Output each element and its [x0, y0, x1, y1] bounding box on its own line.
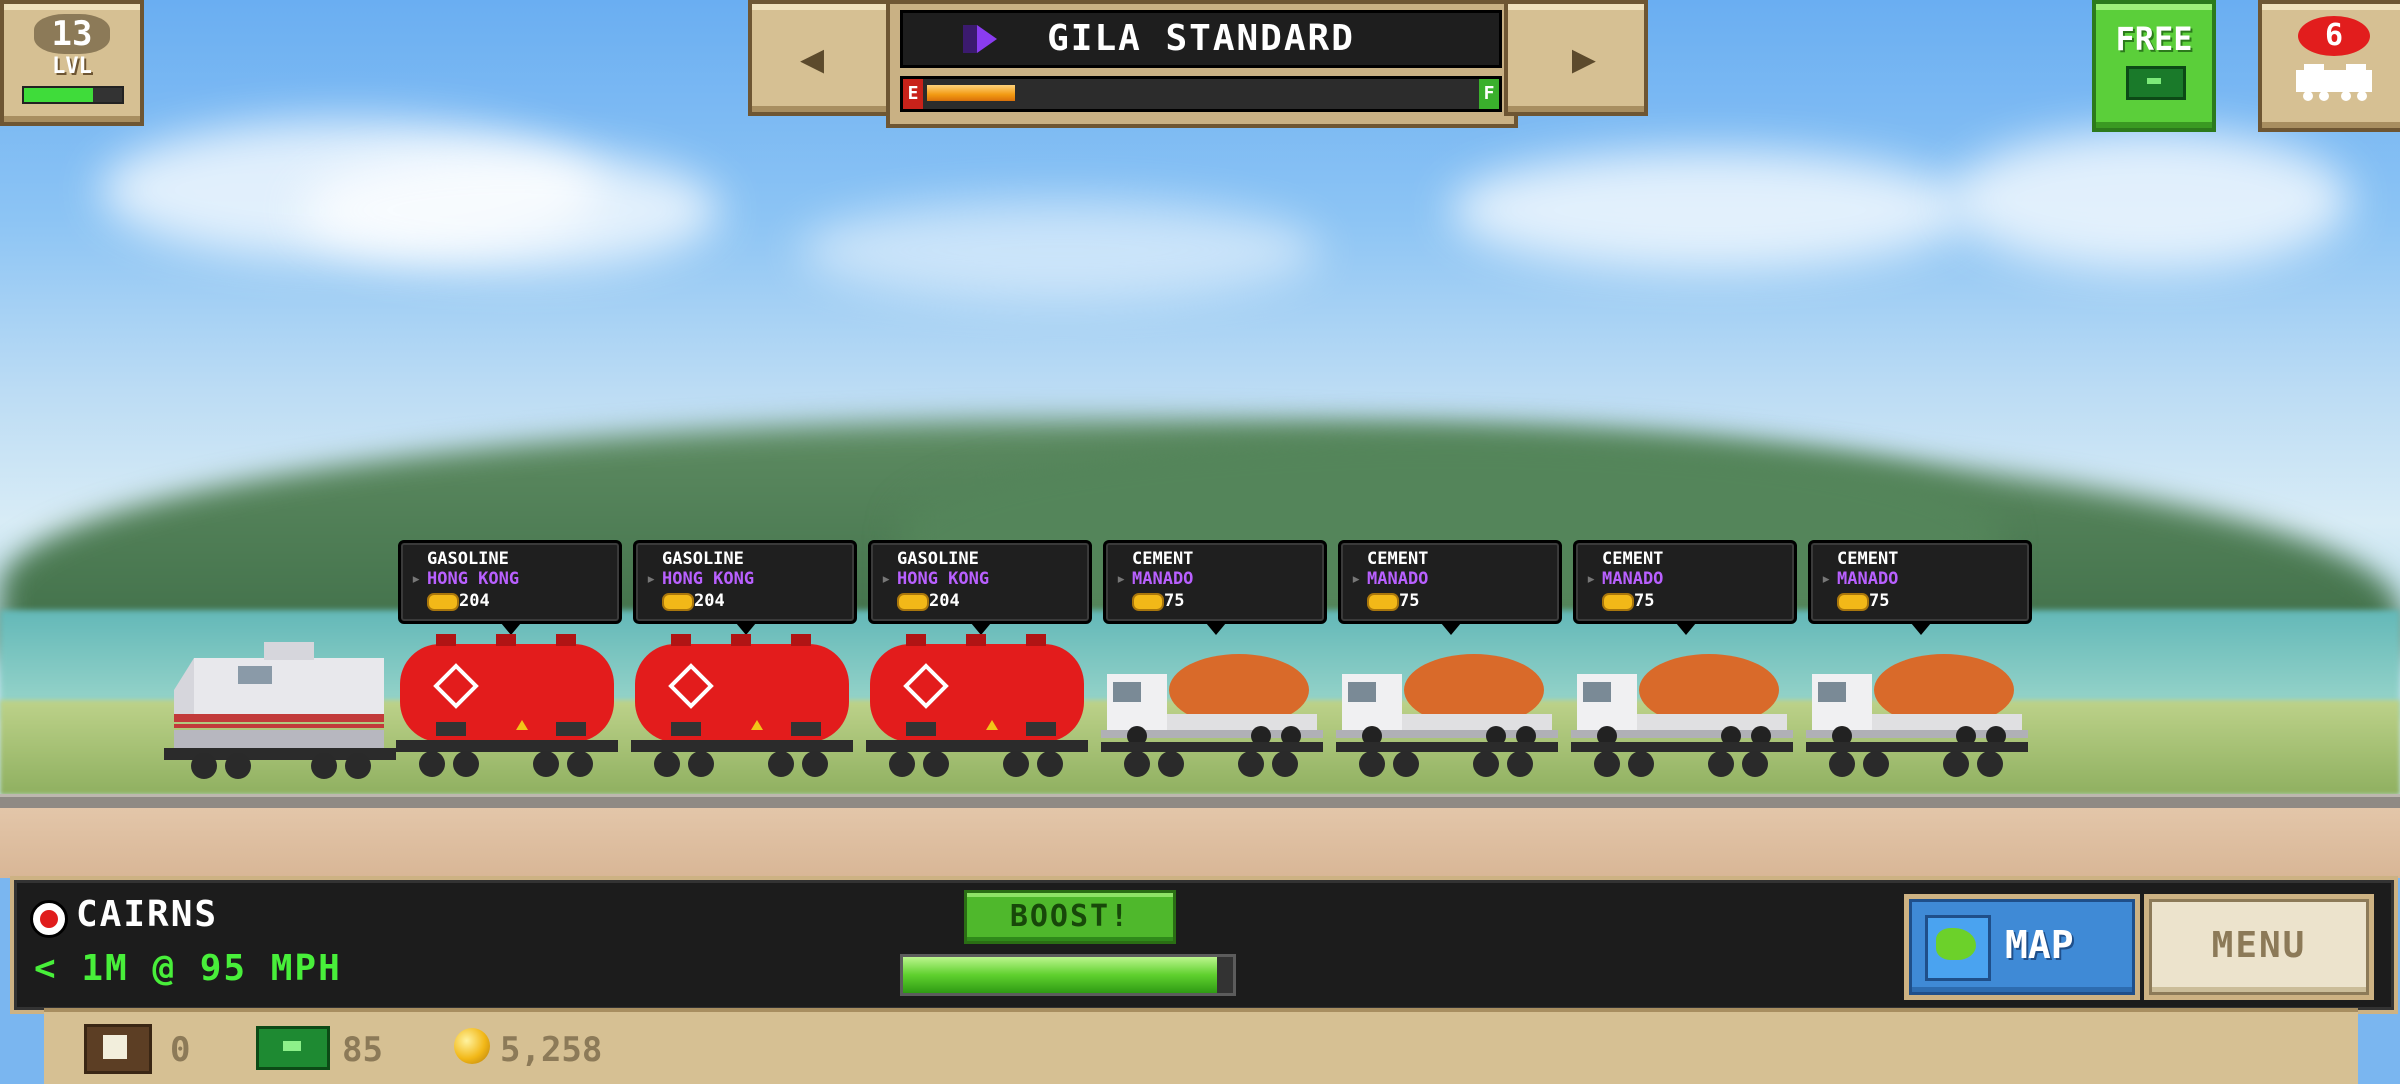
cargo-label[interactable]: CEMENTMANADO75 — [1338, 540, 1562, 635]
cargo-name: GASOLINE — [662, 549, 744, 569]
trains-count-badge: 6 — [2298, 16, 2370, 56]
cargo-label[interactable]: GASOLINEHONG KONG204 — [868, 540, 1092, 635]
level-badge[interactable]: 13 LVL — [0, 0, 144, 126]
free-cash-button[interactable]: FREE — [2092, 0, 2216, 132]
fuel-full-label: F — [1479, 79, 1499, 109]
map-button[interactable]: MAP — [1904, 894, 2140, 1000]
train-info-panel: GILA STANDARD E F — [886, 0, 1518, 128]
arrow-right-icon: ▶ — [1571, 36, 1596, 82]
gila-brand-icon — [963, 25, 997, 53]
cloud — [300, 150, 720, 270]
cargo-payout: 204 — [459, 591, 490, 611]
coin-icon — [454, 1028, 490, 1064]
cargo-name: GASOLINE — [427, 549, 509, 569]
fuel-empty-label: E — [903, 79, 923, 109]
ground — [0, 808, 2400, 878]
cargo-label[interactable]: GASOLINEHONG KONG204 — [398, 540, 622, 635]
bottom-hud: CAIRNS < 1M @ 95 MPH BOOST! MAP MENU — [10, 876, 2398, 1014]
cargo-destination: MANADO — [1821, 569, 1899, 589]
globe-icon — [1925, 915, 1991, 981]
cargo-name: CEMENT — [1132, 549, 1194, 569]
level-progress-bar — [22, 86, 124, 104]
cloud — [1950, 130, 2350, 270]
boost-button[interactable]: BOOST! — [964, 890, 1176, 944]
coin-icon — [427, 593, 459, 611]
cargo-label[interactable]: CEMENTMANADO75 — [1103, 540, 1327, 635]
arrow-left-icon: ◀ — [800, 36, 825, 82]
cargo-destination: HONG KONG — [646, 569, 754, 589]
cargo-name: CEMENT — [1837, 549, 1899, 569]
tanker-car[interactable] — [396, 630, 618, 780]
cargo-label[interactable]: CEMENTMANADO75 — [1808, 540, 2032, 635]
coin-icon — [1132, 593, 1164, 611]
coin-count: 5,258 — [500, 1030, 603, 1070]
cargo-destination: MANADO — [1116, 569, 1194, 589]
next-train-button[interactable]: ▶ — [1504, 0, 1648, 116]
trains-button[interactable]: 6 — [2258, 0, 2400, 132]
level-number: 13 — [34, 14, 110, 54]
cargo-payout: 75 — [1399, 591, 1420, 611]
locomotive[interactable] — [164, 630, 396, 780]
cargo-name: CEMENT — [1602, 549, 1664, 569]
previous-train-button[interactable]: ◀ — [748, 0, 892, 116]
train-name-text: GILA STANDARD — [1047, 18, 1355, 59]
cargo-payout: 75 — [1634, 591, 1655, 611]
cash-count: 85 — [342, 1030, 383, 1070]
crate-count: 0 — [170, 1030, 191, 1070]
cargo-label[interactable]: GASOLINEHONG KONG204 — [633, 540, 857, 635]
cash-icon — [256, 1026, 330, 1070]
cargo-payout: 75 — [1164, 591, 1185, 611]
cement-mixer-car[interactable] — [1336, 630, 1558, 780]
coin-icon — [1367, 593, 1399, 611]
map-label: MAP — [2005, 923, 2074, 967]
coin-icon — [1602, 593, 1634, 611]
crate-icon — [84, 1024, 152, 1074]
fuel-gauge: E F — [900, 76, 1502, 112]
cargo-destination: HONG KONG — [881, 569, 989, 589]
menu-button[interactable]: MENU — [2144, 894, 2374, 1000]
cargo-label[interactable]: CEMENTMANADO75 — [1573, 540, 1797, 635]
cargo-payout: 204 — [929, 591, 960, 611]
tanker-car[interactable] — [866, 630, 1088, 780]
cement-mixer-car[interactable] — [1101, 630, 1323, 780]
cargo-payout: 204 — [694, 591, 725, 611]
coin-icon — [897, 593, 929, 611]
menu-label: MENU — [2211, 925, 2307, 966]
cargo-name: CEMENT — [1367, 549, 1429, 569]
distance-speed-readout: < 1M @ 95 MPH — [34, 948, 342, 989]
cloud — [800, 200, 1320, 300]
tanker-car[interactable] — [631, 630, 853, 780]
cement-mixer-car[interactable] — [1806, 630, 2028, 780]
coin-icon — [662, 593, 694, 611]
cargo-destination: HONG KONG — [411, 569, 519, 589]
cement-mixer-car[interactable] — [1571, 630, 1793, 780]
level-label: LVL — [52, 54, 92, 79]
cloud — [1450, 150, 1970, 270]
cargo-destination: MANADO — [1351, 569, 1429, 589]
train-selector: ◀ GILA STANDARD E F ▶ — [748, 0, 1648, 128]
train-name: GILA STANDARD — [900, 10, 1502, 68]
boost-meter — [900, 954, 1236, 996]
coin-icon — [1837, 593, 1869, 611]
cargo-payout: 75 — [1869, 591, 1890, 611]
next-station: CAIRNS — [76, 894, 219, 935]
train-consist: GASOLINEHONG KONG204GASOLINEHONG KONG204… — [0, 530, 2400, 810]
free-label: FREE — [2115, 20, 2193, 58]
cash-icon — [2126, 66, 2186, 100]
fuel-fill — [927, 85, 1015, 101]
cargo-name: GASOLINE — [897, 549, 979, 569]
station-marker-icon — [30, 900, 68, 938]
currency-bar: 0 85 5,258 — [44, 1008, 2358, 1084]
locomotive-icon — [2296, 64, 2372, 101]
cargo-destination: MANADO — [1586, 569, 1664, 589]
